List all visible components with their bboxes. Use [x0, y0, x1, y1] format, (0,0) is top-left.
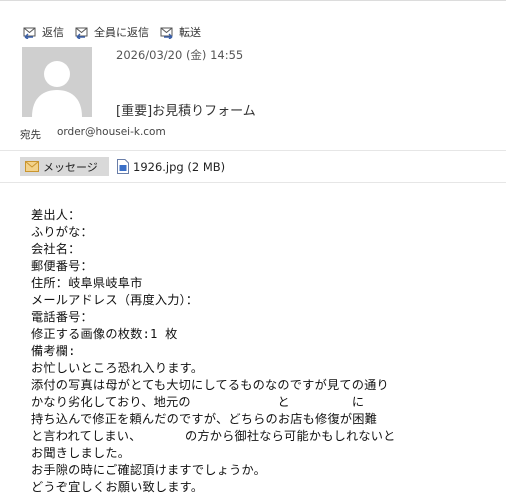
body-line: お聞きしました。 [31, 446, 131, 460]
body-line: ふりがな： [31, 225, 93, 239]
sender-avatar [22, 47, 92, 117]
reply-all-icon [75, 27, 88, 39]
body-line: 会社名： [31, 242, 81, 256]
envelope-icon [25, 161, 39, 172]
message-subject: [重要]お見積りフォーム [116, 104, 256, 119]
person-icon [22, 47, 92, 117]
tabs-divider [0, 182, 506, 183]
forward-icon [160, 27, 173, 39]
forward-button[interactable]: 転送 [159, 24, 201, 40]
to-label: 宛先 [20, 129, 41, 141]
to-address[interactable]: order@housei-k.com [57, 126, 166, 138]
body-line: 添付の写真は母がとても大切にしてるものなのですが見ての通り [31, 378, 389, 392]
reply-icon [23, 27, 36, 39]
message-actions: 返信 全員に返信 転送 [22, 24, 201, 40]
body-line: 差出人： [31, 208, 81, 222]
forward-label: 転送 [179, 26, 201, 39]
reply-all-button[interactable]: 全員に返信 [74, 24, 149, 40]
body-line: メールアドレス（再度入力）： [31, 293, 199, 307]
tab-message-label: メッセージ [43, 160, 98, 174]
header-divider [0, 150, 506, 151]
message-body: 差出人： ふりがな： 会社名： 郵便番号： 住所：岐阜県岐阜市 メールアドレス（… [31, 207, 501, 496]
body-line: 住所：岐阜県岐阜市 [31, 276, 143, 290]
tab-message[interactable]: メッセージ [20, 157, 109, 176]
body-line: 電話番号： [31, 310, 93, 324]
body-line: と言われてしまい、 の方から御社なら可能かもしれないと [31, 429, 396, 443]
body-line: どうぞ宜しくお願い致します。 [31, 480, 204, 494]
body-line: かなり劣化しており、地元の と に [31, 395, 365, 409]
message-date: 2026/03/20 (金) 14:55 [116, 48, 244, 62]
body-line: 持ち込んで修正を頼んだのですが、どちらのお店も修復が困難 [31, 412, 377, 426]
reply-all-label: 全員に返信 [94, 26, 149, 39]
image-file-icon [117, 159, 129, 174]
body-line: 備考欄: [31, 344, 76, 358]
top-divider [0, 0, 506, 1]
body-line: 郵便番号： [31, 259, 93, 273]
body-line: お手隙の時にご確認頂けますでしょうか。 [31, 463, 266, 477]
body-line: 修正する画像の枚数:1 枚 [31, 327, 178, 341]
reply-button[interactable]: 返信 [22, 24, 64, 40]
attachment-item[interactable]: 1926.jpg (2 MB) [117, 157, 225, 176]
reply-label: 返信 [42, 26, 64, 39]
attachment-label: 1926.jpg (2 MB) [133, 159, 226, 174]
body-line: お忙しいところ恐れ入ります。 [31, 361, 204, 375]
